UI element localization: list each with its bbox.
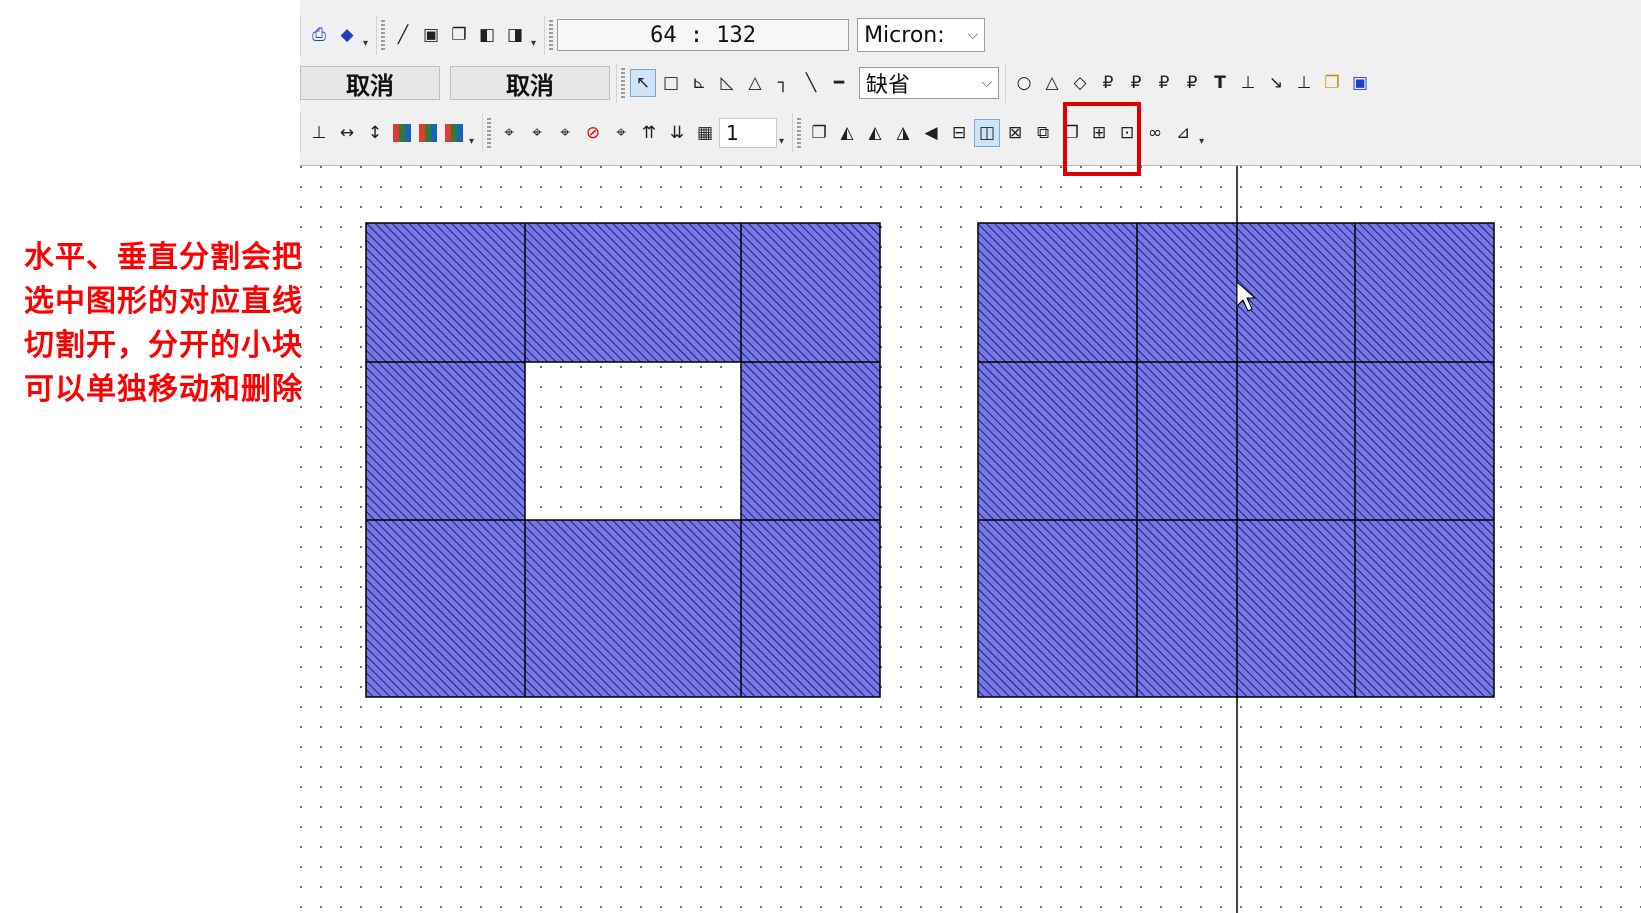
layout-editor-window: ⎙ ◆ ▾ ╱ ▣ ❐ ◧ ◨ ▾ 64 : 132 Micron: ⌵ 取消 … xyxy=(300,0,1641,913)
drawing-canvas[interactable] xyxy=(300,166,1641,913)
color-bars-icon[interactable]: . xyxy=(393,124,411,142)
line-icon[interactable]: ╲ xyxy=(798,69,824,97)
pin1-icon[interactable]: ₽ xyxy=(1095,69,1121,97)
shape-left[interactable] xyxy=(365,222,881,698)
mirror-icon[interactable]: ◮ xyxy=(890,119,916,147)
wire-icon[interactable]: ━ xyxy=(826,69,852,97)
array-grid-icon[interactable]: ▦ xyxy=(692,119,718,147)
path-icon[interactable]: ┐ xyxy=(770,69,796,97)
chevron-down-icon: ⌵ xyxy=(981,75,992,91)
select-arrow-icon[interactable]: ↖ xyxy=(630,69,656,97)
group-icon[interactable]: ⧉ xyxy=(1030,119,1056,147)
toolbar-grip[interactable] xyxy=(797,118,802,148)
dimension-h-icon[interactable]: ↔ xyxy=(334,119,360,147)
layer-in-icon[interactable]: ◧ xyxy=(474,21,500,49)
shape-left-hole-dots xyxy=(525,362,741,520)
highlight-box xyxy=(1063,102,1141,176)
pin2-icon[interactable]: ₽ xyxy=(1123,69,1149,97)
dimension-v-icon[interactable]: ↕ xyxy=(362,119,388,147)
align-bottom-icon[interactable]: ⊥ xyxy=(306,119,332,147)
vertical-split-icon[interactable]: ◫ xyxy=(974,119,1001,147)
snap3-icon[interactable]: ⌖ xyxy=(552,119,578,147)
unit-select-value: Micron: xyxy=(864,22,945,48)
cancel-button-2[interactable]: 取消 xyxy=(450,66,610,100)
toolbar-group-draw: ↖ □ ⊾ ◺ △ ┐ ╲ ━ 缺省 ⌵ xyxy=(616,63,1003,103)
layer-select-value: 缺省 xyxy=(866,73,911,98)
ruler-icon[interactable]: ⊥ xyxy=(1235,69,1261,97)
toolbar-row-1: ⎙ ◆ ▾ ╱ ▣ ❐ ◧ ◨ ▾ 64 : 132 Micron: ⌵ xyxy=(300,12,991,58)
flip-h-icon[interactable]: ◭ xyxy=(834,119,860,147)
unit-select[interactable]: Micron: ⌵ xyxy=(857,18,986,52)
pencil-icon[interactable]: ╱ xyxy=(390,21,416,49)
layers-icon[interactable]: ❐ xyxy=(1319,69,1345,97)
color-stack-icon[interactable]: . xyxy=(419,124,437,142)
cancel-button-1[interactable]: 取消 xyxy=(300,66,440,100)
save-icon[interactable]: ▣ xyxy=(418,21,444,49)
triangle-icon[interactable]: △ xyxy=(742,69,768,97)
ruler2-icon[interactable]: ⊥ xyxy=(1291,69,1317,97)
chevron-down-icon[interactable]: ▾ xyxy=(1199,136,1204,153)
print-icon[interactable]: ⎙ xyxy=(306,21,332,49)
snap1-icon[interactable]: ⌖ xyxy=(496,119,522,147)
circle-icon[interactable]: ○ xyxy=(1011,69,1037,97)
color-grid-icon[interactable]: . xyxy=(445,124,463,142)
array-count-input[interactable]: 1 xyxy=(719,118,778,148)
shape-right-body[interactable] xyxy=(977,222,1495,698)
layer-out-icon[interactable]: ◨ xyxy=(502,21,528,49)
coordinate-readout: 64 : 132 xyxy=(557,19,850,51)
array-down-icon[interactable]: ⇊ xyxy=(664,119,690,147)
horizontal-split-icon[interactable]: ⊟ xyxy=(946,119,972,147)
snap2-icon[interactable]: ⌖ xyxy=(524,119,550,147)
diamond-icon[interactable]: ◇ xyxy=(1067,69,1093,97)
copy-icon[interactable]: ❐ xyxy=(806,119,832,147)
toolbar-group-file: ⎙ ◆ ▾ xyxy=(300,15,374,55)
trapezoid-icon[interactable]: ◺ xyxy=(714,69,740,97)
flip-h2-icon[interactable]: ◭ xyxy=(862,119,888,147)
array-up-icon[interactable]: ⇈ xyxy=(636,119,662,147)
polygon-icon[interactable]: ⊾ xyxy=(686,69,712,97)
toolbar-group-snap: ⌖ ⌖ ⌖ ⊘ ⌖ ⇈ ⇊ ▦ 1 ▾ xyxy=(482,113,790,153)
chevron-down-icon[interactable]: ▾ xyxy=(469,136,474,153)
toolbar-grip[interactable] xyxy=(549,20,554,50)
pin4-icon[interactable]: ₽ xyxy=(1179,69,1205,97)
snap-icon[interactable]: ↘ xyxy=(1263,69,1289,97)
delete-rect-icon[interactable]: ⊠ xyxy=(1002,119,1028,147)
toolbar-grip[interactable] xyxy=(381,20,386,50)
chevron-down-icon: ⌵ xyxy=(967,27,979,43)
toolbar-group-shapes: ○ △ ◇ ₽ ₽ ₽ ₽ T ⊥ ↘ ⊥ ❐ ▣ xyxy=(1005,63,1378,103)
pin3-icon[interactable]: ₽ xyxy=(1151,69,1177,97)
toolbar-area: ⎙ ◆ ▾ ╱ ▣ ❐ ◧ ◨ ▾ 64 : 132 Micron: ⌵ 取消 … xyxy=(300,0,1641,176)
glasses-icon[interactable]: ∞ xyxy=(1142,119,1168,147)
shape-right[interactable] xyxy=(977,222,1495,698)
fill-icon[interactable]: ▣ xyxy=(1347,69,1373,97)
book-icon[interactable]: ◆ xyxy=(334,21,360,49)
toolbar-grip[interactable] xyxy=(621,68,625,98)
toolbar-group-edit: ╱ ▣ ❐ ◧ ◨ ▾ xyxy=(376,15,542,55)
measure-icon[interactable]: ⊿ xyxy=(1170,119,1196,147)
chevron-down-icon[interactable]: ▾ xyxy=(779,136,784,153)
mfg-icon[interactable]: ⌖ xyxy=(608,119,634,147)
toolbar-row-2: 取消 取消 ↖ □ ⊾ ◺ △ ┐ ╲ ━ 缺省 ⌵ ○ △ ◇ ₽ ₽ ₽ ₽… xyxy=(300,60,1380,106)
toolbar-group-coords: 64 : 132 Micron: ⌵ xyxy=(544,15,989,55)
stack-icon[interactable]: ❐ xyxy=(446,21,472,49)
toolbar-group-dims: ⊥ ↔ ↕ . . . ▾ xyxy=(300,113,480,153)
chevron-down-icon[interactable]: ▾ xyxy=(363,38,368,55)
arrow-left-icon[interactable]: ◀ xyxy=(918,119,944,147)
layer-select[interactable]: 缺省 ⌵ xyxy=(859,67,999,99)
toolbar-group-ops: ❐ ◭ ◭ ◮ ◀ ⊟ ◫ ⊠ ⧉ ❐ ⊞ ⊡ ∞ ⊿ ▾ xyxy=(792,113,1210,153)
toolbar-grip[interactable] xyxy=(487,118,492,148)
triangle-outline-icon[interactable]: △ xyxy=(1039,69,1065,97)
text-icon[interactable]: T xyxy=(1207,69,1233,97)
rectangle-icon[interactable]: □ xyxy=(658,69,684,97)
chevron-down-icon[interactable]: ▾ xyxy=(531,38,536,55)
no-snap-icon[interactable]: ⊘ xyxy=(580,119,606,147)
